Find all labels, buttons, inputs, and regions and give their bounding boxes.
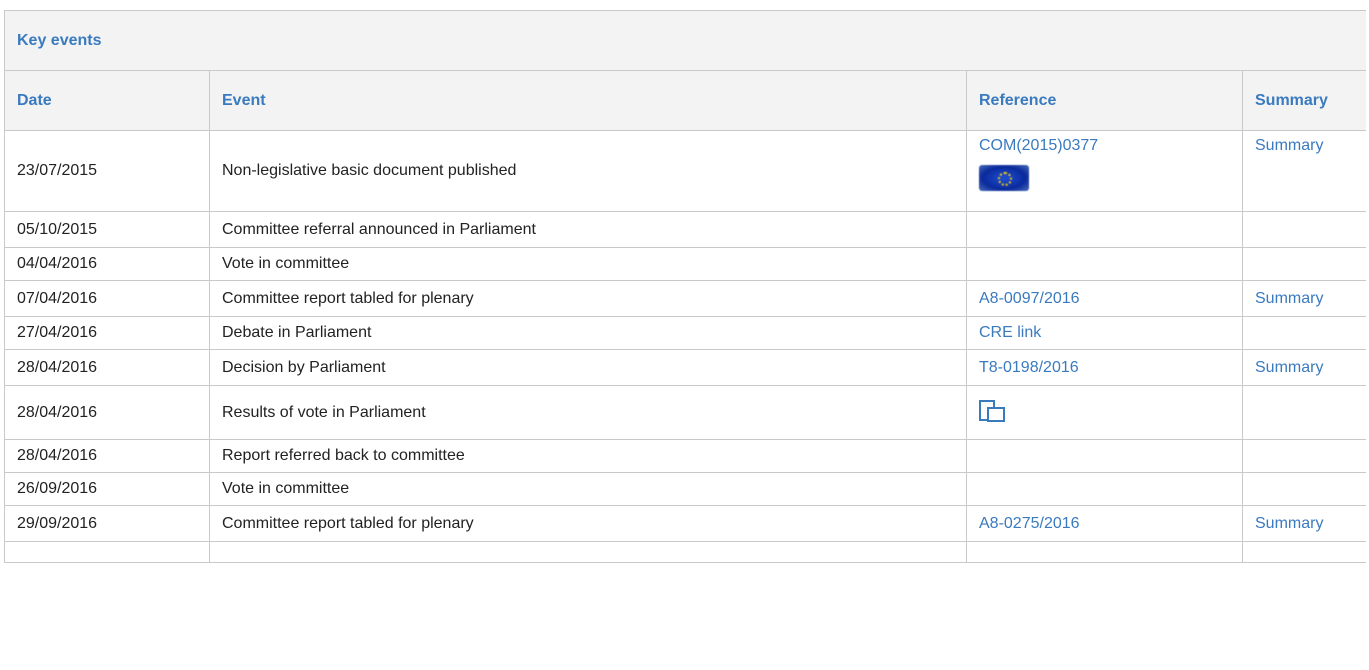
column-header-row: Date Event Reference Summary	[4, 70, 1366, 131]
event-date: 07/04/2016	[4, 280, 210, 317]
event-name: Report referred back to committee	[209, 439, 967, 473]
summary-cell	[1242, 472, 1366, 506]
event-date: 29/09/2016	[4, 505, 210, 542]
reference-link[interactable]: COM(2015)0377	[979, 137, 1098, 154]
event-name: Vote in committee	[209, 472, 967, 506]
event-date: 28/04/2016	[4, 439, 210, 473]
event-date: 28/04/2016	[4, 349, 210, 386]
event-name: Non-legislative basic document published	[209, 130, 967, 212]
event-name: Committee report tabled for plenary	[209, 505, 967, 542]
key-events-table: Key events Date Event Reference Summary …	[4, 10, 1366, 563]
summary-cell	[1242, 385, 1366, 440]
section-title: Key events	[4, 10, 1366, 71]
key-events-panel: Key events Date Event Reference Summary …	[4, 10, 1366, 670]
event-name: Committee report tabled for plenary	[209, 280, 967, 317]
summary-cell: Summary	[1242, 130, 1366, 212]
event-date: 04/04/2016	[4, 247, 210, 281]
reference-cell	[966, 472, 1243, 506]
column-header-summary[interactable]: Summary	[1242, 70, 1366, 131]
summary-cell: Summary	[1242, 349, 1366, 386]
reference-cell: A8-0275/2016	[966, 505, 1243, 542]
reference-link[interactable]: A8-0275/2016	[979, 515, 1080, 532]
summary-cell: Summary	[1242, 505, 1366, 542]
reference-cell	[966, 247, 1243, 281]
event-name: Committee referral announced in Parliame…	[209, 211, 967, 248]
event-name: Debate in Parliament	[209, 316, 967, 350]
reference-cell: COM(2015)0377	[966, 130, 1243, 212]
summary-link[interactable]: Summary	[1255, 290, 1323, 307]
summary-link[interactable]: Summary	[1255, 137, 1323, 154]
event-date: 27/04/2016	[4, 316, 210, 350]
summary-link[interactable]: Summary	[1255, 359, 1323, 376]
event-name	[209, 541, 967, 563]
reference-cell	[966, 211, 1243, 248]
summary-cell	[1242, 439, 1366, 473]
reference-cell	[966, 541, 1243, 563]
summary-cell	[1242, 247, 1366, 281]
table-row: 28/04/2016 Decision by Parliament T8-019…	[4, 349, 1366, 386]
table-row: 07/04/2016 Committee report tabled for p…	[4, 280, 1366, 317]
table-row: 26/09/2016 Vote in committee	[4, 472, 1366, 506]
eu-flag-icon[interactable]	[979, 165, 1029, 191]
table-row-partial	[4, 541, 1366, 563]
summary-cell	[1242, 316, 1366, 350]
reference-cell	[966, 385, 1243, 440]
event-date	[4, 541, 210, 563]
reference-cell: CRE link	[966, 316, 1243, 350]
reference-cell: A8-0097/2016	[966, 280, 1243, 317]
summary-cell: Summary	[1242, 280, 1366, 317]
reference-cell: T8-0198/2016	[966, 349, 1243, 386]
reference-link[interactable]: CRE link	[979, 324, 1041, 341]
table-row: 05/10/2015 Committee referral announced …	[4, 211, 1366, 248]
table-row: 23/07/2015 Non-legislative basic documen…	[4, 130, 1366, 212]
table-row: 27/04/2016 Debate in Parliament CRE link	[4, 316, 1366, 350]
table-row: 28/04/2016 Report referred back to commi…	[4, 439, 1366, 473]
summary-cell	[1242, 541, 1366, 563]
reference-cell	[966, 439, 1243, 473]
event-name: Decision by Parliament	[209, 349, 967, 386]
column-header-reference[interactable]: Reference	[966, 70, 1243, 131]
reference-link[interactable]: T8-0198/2016	[979, 359, 1079, 376]
summary-cell	[1242, 211, 1366, 248]
table-row: 04/04/2016 Vote in committee	[4, 247, 1366, 281]
reference-link[interactable]: A8-0097/2016	[979, 290, 1080, 307]
vote-results-icon[interactable]	[979, 398, 1005, 422]
section-caption-row: Key events	[4, 10, 1366, 71]
event-date: 28/04/2016	[4, 385, 210, 440]
event-name: Results of vote in Parliament	[209, 385, 967, 440]
table-row: 29/09/2016 Committee report tabled for p…	[4, 505, 1366, 542]
column-header-date[interactable]: Date	[4, 70, 210, 131]
event-name: Vote in committee	[209, 247, 967, 281]
column-header-event[interactable]: Event	[209, 70, 967, 131]
table-row: 28/04/2016 Results of vote in Parliament	[4, 385, 1366, 440]
event-date: 05/10/2015	[4, 211, 210, 248]
event-date: 23/07/2015	[4, 130, 210, 212]
summary-link[interactable]: Summary	[1255, 515, 1323, 532]
event-date: 26/09/2016	[4, 472, 210, 506]
